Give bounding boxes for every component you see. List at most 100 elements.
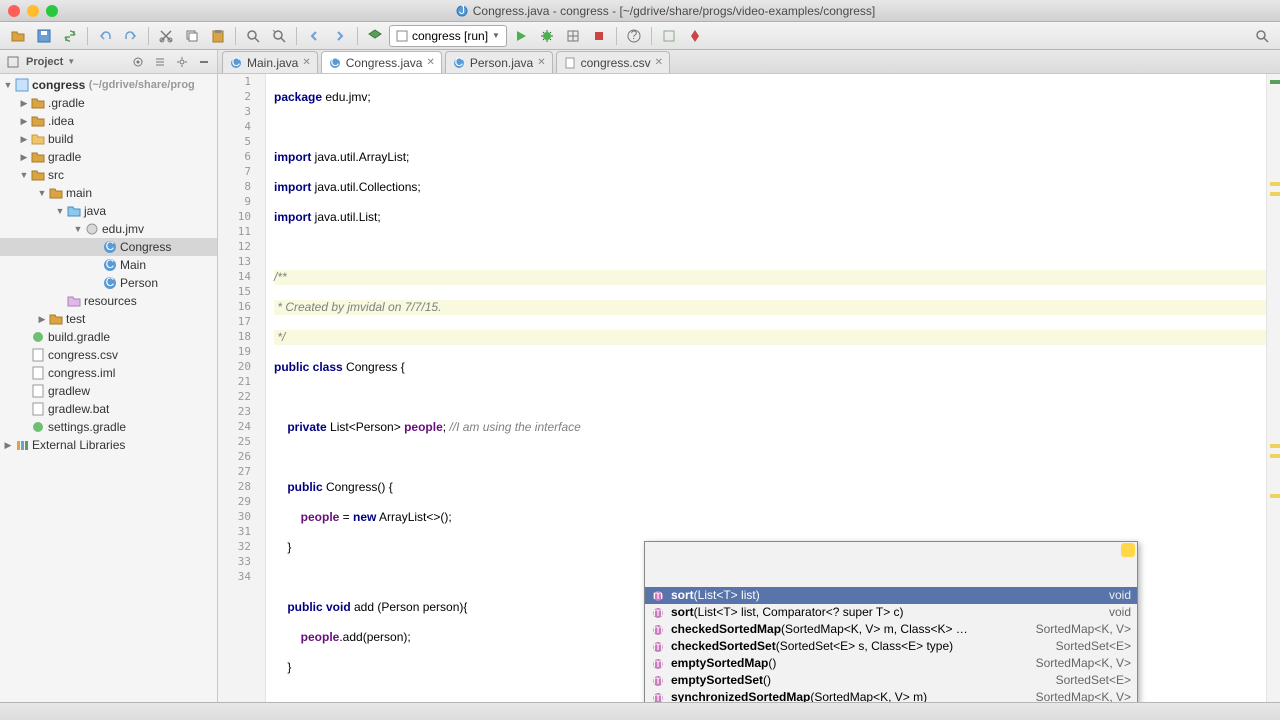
line-number[interactable]: 18 (218, 330, 265, 345)
line-number[interactable]: 31 (218, 525, 265, 540)
tree-item[interactable]: ▼src (0, 166, 217, 184)
build-icon[interactable] (363, 25, 387, 47)
completion-item[interactable]: msynchronizedSortedMap(SortedMap<K, V> m… (645, 689, 1137, 702)
tree-item[interactable]: build.gradle (0, 328, 217, 346)
tree-item[interactable]: ▼main (0, 184, 217, 202)
help-icon[interactable]: ? (622, 25, 646, 47)
line-number[interactable]: 12 (218, 240, 265, 255)
close-icon[interactable]: ✕ (655, 57, 663, 68)
tree-item[interactable]: ▼java (0, 202, 217, 220)
tab-csv[interactable]: congress.csv✕ (556, 51, 670, 73)
debug-icon[interactable] (535, 25, 559, 47)
completion-item[interactable]: mcheckedSortedMap(SortedMap<K, V> m, Cla… (645, 621, 1137, 638)
line-number[interactable]: 2 (218, 90, 265, 105)
completion-item[interactable]: memptySortedMap()SortedMap<K, V> (645, 655, 1137, 672)
line-number[interactable]: 16 (218, 300, 265, 315)
copy-icon[interactable] (180, 25, 204, 47)
undo-icon[interactable] (93, 25, 117, 47)
line-number[interactable]: 14 (218, 270, 265, 285)
close-icon[interactable]: ✕ (426, 57, 434, 68)
line-number[interactable]: 22 (218, 390, 265, 405)
hide-icon[interactable] (195, 53, 213, 71)
search-everywhere-icon[interactable] (1250, 25, 1274, 47)
line-number[interactable]: 9 (218, 195, 265, 210)
line-number[interactable]: 5 (218, 135, 265, 150)
coverage-icon[interactable] (561, 25, 585, 47)
line-number[interactable]: 17 (218, 315, 265, 330)
collapse-all-icon[interactable] (151, 53, 169, 71)
completion-item[interactable]: msort(List<T> list, Comparator<? super T… (645, 604, 1137, 621)
tree-item[interactable]: ▶External Libraries (0, 436, 217, 454)
minimize-icon[interactable] (27, 5, 39, 17)
line-number[interactable]: 30 (218, 510, 265, 525)
tree-project-root[interactable]: ▼congress (~/gdrive/share/prog (0, 76, 217, 94)
save-icon[interactable] (32, 25, 56, 47)
tab-person[interactable]: CPerson.java✕ (445, 51, 553, 73)
paste-icon[interactable] (206, 25, 230, 47)
code-completion-popup[interactable]: msort(List<T> list)voidmsort(List<T> lis… (644, 541, 1138, 702)
line-number[interactable]: 24 (218, 420, 265, 435)
run-config-select[interactable]: congress [run] ▼ (389, 25, 507, 47)
cut-icon[interactable] (154, 25, 178, 47)
line-number[interactable]: 33 (218, 555, 265, 570)
tree-item[interactable]: congress.csv (0, 346, 217, 364)
tree-item[interactable]: gradlew.bat (0, 400, 217, 418)
completion-item[interactable]: msort(List<T> list)void (645, 587, 1137, 604)
tree-item[interactable]: ▼edu.jmv (0, 220, 217, 238)
completion-item[interactable]: memptySortedSet()SortedSet<E> (645, 672, 1137, 689)
line-number[interactable]: 21 (218, 375, 265, 390)
line-number[interactable]: 8 (218, 180, 265, 195)
avd-icon[interactable] (657, 25, 681, 47)
sdk-icon[interactable] (683, 25, 707, 47)
stop-icon[interactable] (587, 25, 611, 47)
back-icon[interactable] (302, 25, 326, 47)
line-number[interactable]: 15 (218, 285, 265, 300)
line-number[interactable]: 10 (218, 210, 265, 225)
code-editor[interactable]: package edu.jmv; import java.util.ArrayL… (266, 74, 1266, 702)
gutter[interactable]: 1234567891011121314151617181920212223242… (218, 74, 266, 702)
line-number[interactable]: 28 (218, 480, 265, 495)
tree-item[interactable]: ▶build (0, 130, 217, 148)
line-number[interactable]: 32 (218, 540, 265, 555)
line-number[interactable]: 27 (218, 465, 265, 480)
tree-item[interactable]: congress.iml (0, 364, 217, 382)
settings-icon[interactable] (173, 53, 191, 71)
line-number[interactable]: 13 (218, 255, 265, 270)
tree-item[interactable]: ▶.gradle (0, 94, 217, 112)
open-icon[interactable] (6, 25, 30, 47)
line-number[interactable]: 29 (218, 495, 265, 510)
tree-item[interactable]: CMain (0, 256, 217, 274)
line-number[interactable]: 20 (218, 360, 265, 375)
find-icon[interactable] (241, 25, 265, 47)
intention-bulb-icon[interactable] (1121, 543, 1135, 557)
tree-item[interactable]: resources (0, 292, 217, 310)
error-stripe[interactable] (1266, 74, 1280, 702)
tree-item[interactable]: gradlew (0, 382, 217, 400)
tree-item[interactable]: CPerson (0, 274, 217, 292)
forward-icon[interactable] (328, 25, 352, 47)
line-number[interactable]: 6 (218, 150, 265, 165)
line-number[interactable]: 19 (218, 345, 265, 360)
line-number[interactable]: 11 (218, 225, 265, 240)
run-icon[interactable] (509, 25, 533, 47)
tree-item-congress[interactable]: CCongress (0, 238, 217, 256)
maximize-icon[interactable] (46, 5, 58, 17)
tree-item[interactable]: ▶test (0, 310, 217, 328)
tree-item[interactable]: ▶.idea (0, 112, 217, 130)
redo-icon[interactable] (119, 25, 143, 47)
close-icon[interactable]: ✕ (537, 57, 545, 68)
autoscroll-icon[interactable] (129, 53, 147, 71)
line-number[interactable]: 3 (218, 105, 265, 120)
completion-item[interactable]: mcheckedSortedSet(SortedSet<E> s, Class<… (645, 638, 1137, 655)
project-tree[interactable]: ▼congress (~/gdrive/share/prog ▶.gradle … (0, 74, 217, 702)
line-number[interactable]: 25 (218, 435, 265, 450)
close-icon[interactable]: ✕ (302, 57, 310, 68)
line-number[interactable]: 26 (218, 450, 265, 465)
tab-congress[interactable]: CCongress.java✕ (321, 51, 442, 73)
tree-item[interactable]: settings.gradle (0, 418, 217, 436)
line-number[interactable]: 4 (218, 120, 265, 135)
line-number[interactable]: 34 (218, 570, 265, 585)
tab-main[interactable]: CMain.java✕ (222, 51, 318, 73)
line-number[interactable]: 1 (218, 75, 265, 90)
line-number[interactable]: 7 (218, 165, 265, 180)
